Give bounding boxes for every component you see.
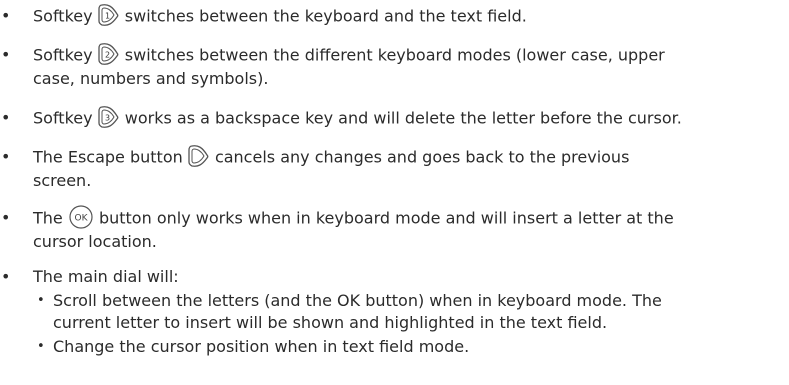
bullet-marker: •	[1, 45, 11, 64]
softkey-2-icon: 2	[98, 42, 120, 66]
bullet-marker: •	[1, 147, 11, 166]
bullet-text: Softkey 1 switches between the keyboard …	[33, 3, 783, 29]
bullet-text: Softkey 3 works as a backspace key and w…	[33, 105, 783, 131]
softkey-3-icon: 3	[98, 105, 120, 129]
ok-button-icon: OK	[68, 205, 94, 229]
bullet-marker: •	[1, 108, 11, 127]
svg-text:3: 3	[105, 114, 110, 123]
bullet-text: The main dial will:	[33, 267, 179, 286]
sub-bullet-marker: •	[37, 339, 45, 354]
sub-bullet-text: Scroll between the letters (and the OK b…	[53, 291, 662, 332]
bullet-marker: •	[1, 208, 11, 227]
bullet-text: The Escape button cancels any changes an…	[33, 144, 783, 192]
svg-text:1: 1	[105, 12, 110, 21]
sub-bullet-marker: •	[37, 293, 45, 308]
escape-button-icon	[188, 144, 210, 168]
svg-text:2: 2	[105, 51, 110, 60]
bullet-text: The OK button only works when in keyboar…	[33, 205, 783, 253]
bullet-marker: •	[1, 6, 11, 25]
bullet-marker: •	[1, 267, 11, 286]
softkey-1-icon: 1	[98, 3, 120, 27]
bullet-text: Softkey 2 switches between the different…	[33, 42, 783, 90]
sub-bullet-text: Change the cursor position when in text …	[53, 337, 470, 356]
svg-text:OK: OK	[74, 214, 88, 224]
